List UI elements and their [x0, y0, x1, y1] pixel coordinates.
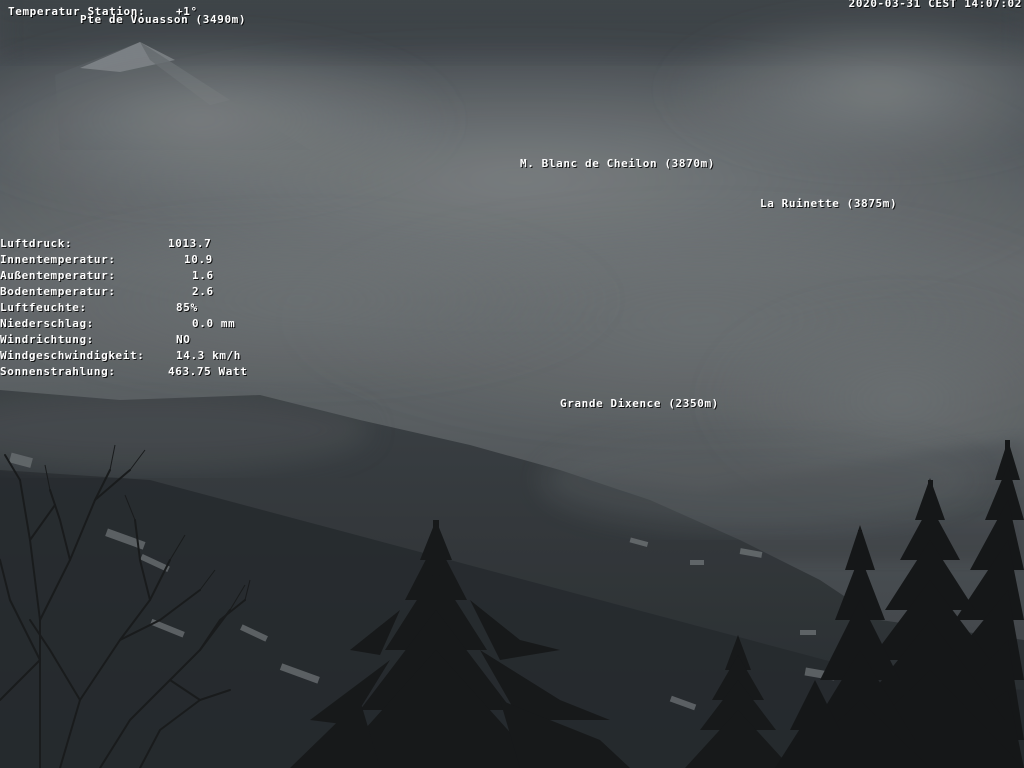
weather-label-aussentemperatur: Außentemperatur: [0, 269, 116, 282]
peak-label-blanc-de-cheilon: M. Blanc de Cheilon (3870m) [520, 157, 716, 170]
weather-value-sonnenstrahlung: 463.75 Watt [168, 365, 248, 378]
weather-value-luftdruck: 1013.7 [168, 237, 212, 250]
peak-label-grande-dixence: Grande Dixence (2350m) [560, 397, 719, 410]
weather-value-windgeschwindigkeit: 14.3 km/h [176, 349, 242, 362]
weather-label-sonnenstrahlung: Sonnenstrahlung: [0, 365, 116, 378]
weather-label-bodentemperatur: Bodentemperatur: [0, 285, 116, 298]
weather-value-innentemperatur: 10.9 [184, 253, 213, 266]
weather-label-niederschlag: Niederschlag: [0, 317, 94, 330]
timestamp: 2020-03-31 CEST 14:07:02 [848, 0, 1022, 10]
weather-label-innentemperatur: Innentemperatur: [0, 253, 116, 266]
webcam-scene: Temperatur Station: +1° Pte de Vouasson … [0, 0, 1024, 768]
weather-readout: Luftdruck: 1013.7 Innentemperatur: 10.9 … [0, 238, 270, 388]
weather-value-aussentemperatur: 1.6 [192, 269, 214, 282]
weather-label-windrichtung: Windrichtung: [0, 333, 94, 346]
weather-value-luftfeuchte: 85% [176, 301, 198, 314]
weather-value-bodentemperatur: 2.6 [192, 285, 214, 298]
weather-label-luftfeuchte: Luftfeuchte: [0, 301, 87, 314]
weather-label-luftdruck: Luftdruck: [0, 237, 73, 250]
weather-value-niederschlag: 0.0 mm [192, 317, 236, 330]
weather-label-windgeschwindigkeit: Windgeschwindigkeit: [0, 349, 145, 362]
peak-label-vouasson: Pte de Vouasson (3490m) [80, 13, 247, 26]
peak-label-ruinette: La Ruinette (3875m) [760, 197, 898, 210]
weather-value-windrichtung: NO [176, 333, 191, 346]
